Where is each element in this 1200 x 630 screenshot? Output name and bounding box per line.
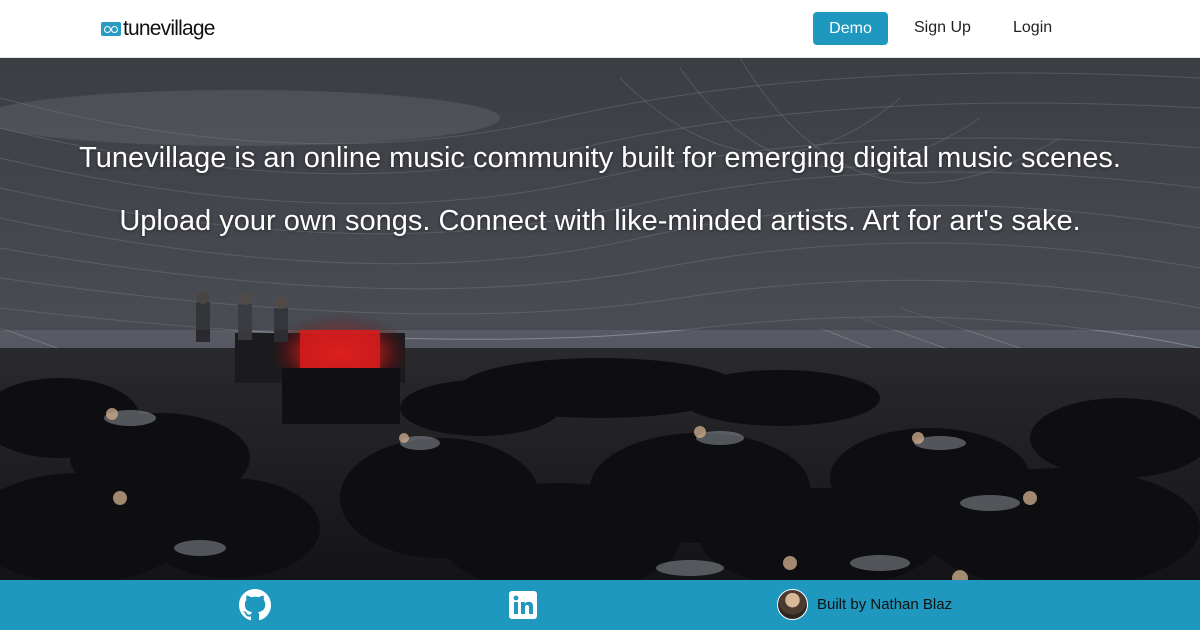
logo[interactable]: tunevillage [101,16,215,42]
linkedin-icon[interactable] [509,591,537,619]
cassette-icon [101,22,121,36]
login-link[interactable]: Login [1013,19,1052,37]
demo-button[interactable]: Demo [813,12,888,45]
github-icon[interactable] [239,589,271,621]
author-avatar[interactable] [777,589,808,620]
hero-subtagline: Upload your own songs. Connect with like… [119,205,1081,237]
built-by-text[interactable]: Built by Nathan Blaz [817,596,952,613]
footer: Built by Nathan Blaz [0,580,1200,630]
navbar: tunevillage Demo Sign Up Login [0,0,1200,58]
hero-text-overlay [0,58,1200,330]
hero-section: Tunevillage is an online music community… [0,58,1200,580]
hero-tagline: Tunevillage is an online music community… [79,142,1121,174]
signup-link[interactable]: Sign Up [914,19,971,37]
logo-text: tunevillage [123,17,215,40]
